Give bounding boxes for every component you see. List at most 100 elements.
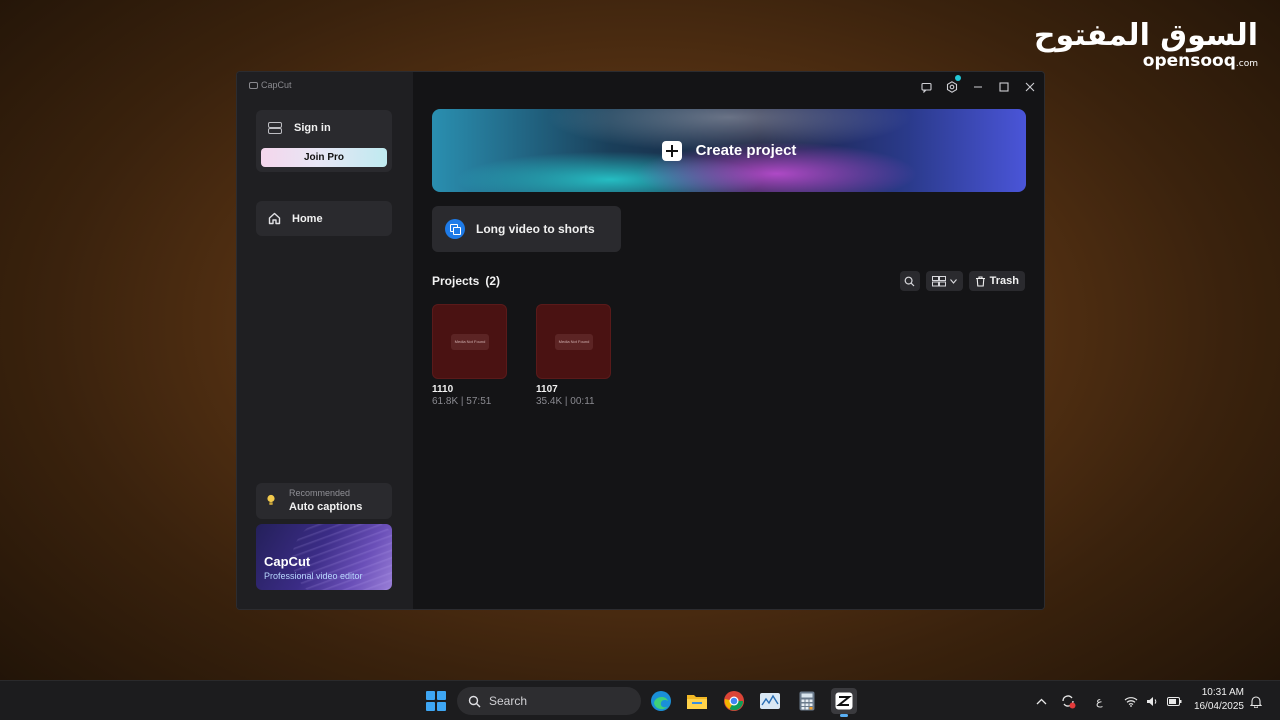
- brand-name: CapCut: [261, 80, 292, 90]
- search-icon: [904, 276, 915, 286]
- close-icon: [1025, 82, 1035, 92]
- project-thumbnail[interactable]: Media Not Found: [432, 304, 507, 379]
- settings-button[interactable]: [942, 75, 962, 96]
- capcut-avatar-icon: [268, 122, 282, 134]
- project-thumbnail[interactable]: Media Not Found: [536, 304, 611, 379]
- close-button[interactable]: [1020, 78, 1040, 96]
- project-name: 1110: [432, 384, 454, 395]
- plus-icon: [661, 140, 682, 161]
- battery-icon: [1167, 696, 1182, 706]
- window-controls: [916, 75, 1040, 96]
- windows-logo-tile: [426, 691, 435, 700]
- watermark-latin-text: opensooq: [1142, 51, 1236, 71]
- recommended-label: Recommended: [289, 488, 351, 498]
- sidebar-item-home[interactable]: Home: [256, 201, 392, 236]
- notification-dot: [955, 75, 961, 81]
- projects-toolbar: Trash: [899, 271, 1025, 291]
- chrome-app[interactable]: [721, 688, 747, 714]
- shorts-icon: [445, 219, 465, 239]
- capcut-promo-banner[interactable]: CapCut Professional video editor: [256, 524, 392, 590]
- taskbar-clock[interactable]: 10:31 AM 16/04/2025: [1194, 686, 1244, 714]
- trash-button[interactable]: Trash: [968, 271, 1025, 291]
- language-label: ع: [1096, 695, 1103, 708]
- quick-settings-button[interactable]: [1124, 681, 1182, 720]
- taskbar-search[interactable]: Search: [457, 687, 641, 715]
- chrome-icon: [724, 691, 744, 711]
- search-icon: [468, 695, 481, 707]
- task-manager-app[interactable]: [757, 688, 783, 714]
- sync-status-button[interactable]: [1060, 681, 1076, 720]
- file-explorer-app[interactable]: [684, 688, 710, 714]
- wifi-icon: [1124, 696, 1138, 707]
- long-video-to-shorts-label: Long video to shorts: [476, 222, 595, 236]
- edge-icon: [651, 691, 671, 711]
- view-mode-dropdown[interactable]: [925, 271, 963, 291]
- minimize-icon: [974, 86, 982, 88]
- brand: CapCut: [249, 80, 292, 90]
- folder-icon: [687, 695, 707, 709]
- search-placeholder: Search: [489, 694, 528, 708]
- capcut-taskbar-app[interactable]: [831, 688, 857, 717]
- calculator-icon: [799, 691, 815, 711]
- volume-icon: [1147, 696, 1157, 706]
- home-icon: [268, 212, 281, 225]
- opensooq-watermark: السوق المفتوح opensooq.com: [1034, 18, 1258, 73]
- project-meta: 35.4K | 00:11: [536, 396, 595, 407]
- capcut-logo-icon: [249, 81, 258, 89]
- calculator-app[interactable]: [794, 688, 820, 714]
- watermark-arabic: السوق المفتوح: [1033, 18, 1258, 53]
- start-button[interactable]: [426, 691, 446, 711]
- clock-time: 10:31 AM: [1201, 687, 1244, 698]
- projects-grid: Media Not Found 1110 61.8K | 57:51 Media…: [432, 304, 611, 407]
- sign-in-label: Sign in: [294, 122, 331, 134]
- chevron-up-icon: [1036, 698, 1047, 704]
- project-name: 1107: [536, 384, 558, 395]
- sign-in-button[interactable]: Sign in: [268, 122, 331, 134]
- grid-view-icon: [931, 275, 946, 286]
- clock-date: 16/04/2025: [1193, 701, 1244, 712]
- minimize-button[interactable]: [968, 78, 988, 96]
- notifications-button[interactable]: [1250, 681, 1262, 720]
- windows-logo-tile: [437, 702, 446, 711]
- maximize-icon: [999, 82, 1009, 92]
- watermark-latin: opensooq.com: [1034, 52, 1258, 73]
- project-card[interactable]: Media Not Found 1110 61.8K | 57:51: [432, 304, 507, 407]
- project-card[interactable]: Media Not Found 1107 35.4K | 00:11: [536, 304, 611, 407]
- projects-count: (2): [485, 274, 501, 288]
- trash-icon: [975, 275, 985, 287]
- create-project-label: Create project: [695, 142, 797, 159]
- chevron-down-icon: [949, 278, 957, 284]
- long-video-to-shorts-button[interactable]: Long video to shorts: [432, 206, 621, 252]
- join-pro-button[interactable]: Join Pro: [261, 148, 387, 167]
- feedback-icon: [920, 82, 932, 93]
- project-meta: 61.8K | 57:51: [432, 396, 492, 407]
- create-project-button[interactable]: Create project: [432, 109, 1026, 192]
- active-app-indicator: [840, 714, 848, 717]
- auto-captions-title: Auto captions: [289, 501, 363, 513]
- windows-logo-tile: [426, 702, 435, 711]
- lightbulb-icon: [267, 494, 275, 505]
- recommended-card[interactable]: Recommended Auto captions: [256, 483, 392, 519]
- sidebar: CapCut Sign in Join Pro Home Recommended…: [237, 72, 413, 609]
- media-not-found-label: Media Not Found: [555, 334, 593, 350]
- watermark-suffix: .com: [1235, 59, 1258, 69]
- home-label: Home: [292, 212, 323, 225]
- projects-heading: Projects (2): [432, 274, 500, 288]
- edge-app[interactable]: [648, 688, 674, 714]
- gear-icon: [946, 81, 958, 93]
- main-panel: Create project Long video to shorts Proj…: [413, 72, 1044, 609]
- windows-logo-tile: [437, 691, 446, 700]
- projects-label: Projects: [432, 274, 480, 288]
- show-hidden-icons-button[interactable]: [1036, 681, 1047, 720]
- maximize-button[interactable]: [994, 78, 1014, 96]
- input-language-indicator[interactable]: ع: [1096, 681, 1103, 720]
- bell-icon: [1250, 695, 1262, 708]
- project-search-button[interactable]: [899, 271, 920, 291]
- capcut-window: CapCut Sign in Join Pro Home Recommended…: [236, 71, 1045, 610]
- trash-label: Trash: [989, 275, 1019, 287]
- account-card: Sign in Join Pro: [256, 110, 392, 172]
- capcut-icon: [835, 692, 853, 710]
- promo-title: CapCut: [264, 554, 311, 569]
- feedback-button[interactable]: [916, 78, 936, 96]
- media-not-found-label: Media Not Found: [451, 334, 489, 350]
